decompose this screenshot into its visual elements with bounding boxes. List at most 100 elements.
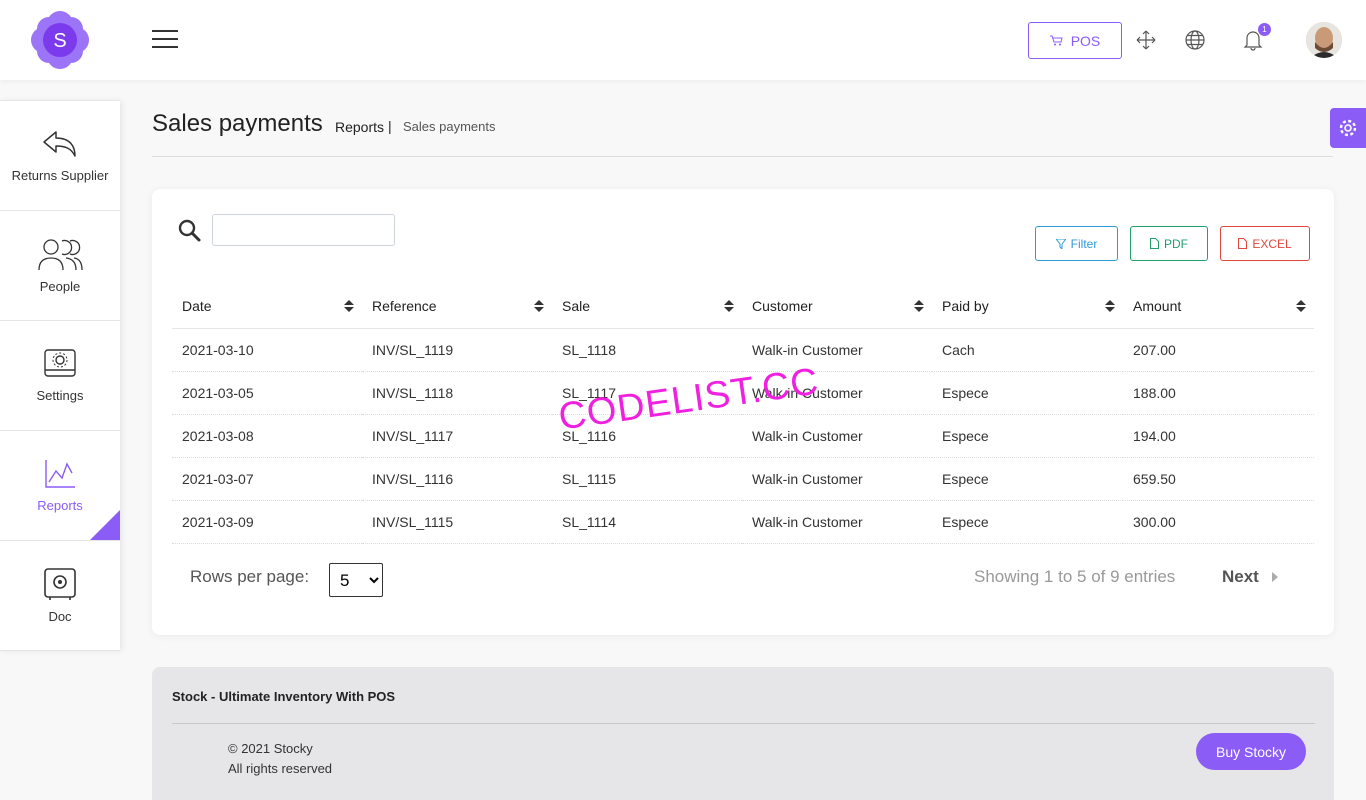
sort-icon: [534, 300, 544, 314]
page-title: Sales payments: [152, 110, 323, 137]
sidebar-item-label: Doc: [48, 609, 72, 624]
table-row[interactable]: 2021-03-07 INV/SL_1116 SL_1115 Walk-in C…: [172, 457, 1314, 501]
cell-sale: SL_1114: [552, 500, 742, 544]
cell-customer: Walk-in Customer: [742, 457, 932, 501]
file-excel-icon: [1238, 238, 1248, 249]
safe-doc-icon: [44, 568, 76, 600]
cell-date: 2021-03-07: [172, 457, 362, 501]
rows-per-page-select[interactable]: 5: [329, 563, 383, 597]
sort-icon: [914, 300, 924, 314]
pos-button[interactable]: POS: [1028, 22, 1122, 59]
next-label: Next: [1222, 567, 1259, 586]
notification-bell-icon[interactable]: 1: [1241, 23, 1271, 52]
breadcrumb-reports[interactable]: Reports: [335, 119, 384, 135]
cell-customer: Walk-in Customer: [742, 500, 932, 544]
cell-reference: INV/SL_1118: [362, 371, 552, 415]
active-indicator: [90, 510, 120, 540]
sort-icon: [1296, 300, 1306, 314]
cell-date: 2021-03-05: [172, 371, 362, 415]
notification-badge: 1: [1258, 23, 1271, 36]
footer-divider: [172, 723, 1315, 724]
column-header-paid-by[interactable]: Paid by: [932, 285, 1123, 329]
title-divider: [152, 156, 1333, 157]
footer-title: Stock - Ultimate Inventory With POS: [172, 689, 396, 704]
cell-date: 2021-03-08: [172, 414, 362, 458]
excel-export-button[interactable]: EXCEL: [1220, 226, 1310, 261]
logo-letter: S: [53, 30, 66, 52]
sidebar-item-doc[interactable]: Doc: [0, 540, 120, 651]
cell-date: 2021-03-09: [172, 500, 362, 544]
cell-paid-by: Espece: [932, 500, 1123, 544]
sidebar-item-label: Settings: [36, 388, 84, 403]
file-pdf-icon: [1150, 238, 1159, 249]
rows-per-page-label: Rows per page:: [190, 567, 310, 586]
menu-toggle-icon[interactable]: [152, 30, 178, 50]
language-globe-icon[interactable]: [1183, 28, 1207, 52]
sidebar-item-people[interactable]: People: [0, 210, 120, 321]
sort-icon: [724, 300, 734, 314]
breadcrumb-separator: |: [388, 118, 392, 134]
chart-line-icon: [45, 460, 75, 488]
pos-label: POS: [1070, 32, 1101, 49]
app-logo[interactable]: S: [30, 10, 90, 70]
pdf-export-button[interactable]: PDF: [1130, 226, 1208, 261]
cell-amount: 194.00: [1123, 414, 1314, 458]
cell-amount: 207.00: [1123, 328, 1314, 372]
breadcrumb-current: Sales payments: [403, 119, 496, 134]
customizer-gear-icon[interactable]: [1330, 108, 1366, 148]
cell-reference: INV/SL_1119: [362, 328, 552, 372]
column-header-amount[interactable]: Amount: [1123, 285, 1314, 329]
cell-paid-by: Espece: [932, 371, 1123, 415]
column-header-reference[interactable]: Reference: [362, 285, 552, 329]
footer-rights: All rights reserved: [228, 761, 333, 776]
cell-customer: Walk-in Customer: [742, 328, 932, 372]
sidebar-item-reports[interactable]: Reports: [0, 430, 120, 541]
fullscreen-icon[interactable]: [1134, 28, 1158, 52]
cell-reference: INV/SL_1115: [362, 500, 552, 544]
cell-reference: INV/SL_1116: [362, 457, 552, 501]
next-page-button[interactable]: Next: [1222, 567, 1279, 587]
search-input[interactable]: [212, 214, 395, 246]
footer: Stock - Ultimate Inventory With POS © 20…: [152, 667, 1334, 800]
filter-button[interactable]: Filter: [1035, 226, 1118, 261]
cell-sale: SL_1118: [552, 328, 742, 372]
sidebar-item-label: People: [39, 279, 81, 294]
top-header: S POS 1: [0, 0, 1366, 80]
chevron-right-icon: [1271, 572, 1278, 582]
column-header-customer[interactable]: Customer: [742, 285, 932, 329]
cell-amount: 300.00: [1123, 500, 1314, 544]
sidebar-item-returns-supplier[interactable]: Returns Supplier: [0, 100, 120, 211]
table-row[interactable]: 2021-03-09 INV/SL_1115 SL_1114 Walk-in C…: [172, 500, 1314, 544]
cell-date: 2021-03-10: [172, 328, 362, 372]
column-header-date[interactable]: Date: [172, 285, 362, 329]
sidebar-item-label: Reports: [37, 498, 83, 513]
cell-paid-by: Espece: [932, 414, 1123, 458]
cell-amount: 188.00: [1123, 371, 1314, 415]
settings-icon: [44, 349, 76, 377]
table-row[interactable]: 2021-03-10 INV/SL_1119 SL_1118 Walk-in C…: [172, 328, 1314, 372]
search-icon: [178, 219, 201, 242]
cell-sale: SL_1115: [552, 457, 742, 501]
funnel-icon: [1055, 238, 1066, 249]
pdf-label: PDF: [1164, 236, 1188, 251]
sidebar: Returns Supplier People Settings Reports…: [0, 100, 120, 651]
payments-table: Date Reference Sale Customer Paid by Amo…: [172, 285, 1314, 544]
people-icon: [38, 239, 83, 271]
cell-paid-by: Cach: [932, 328, 1123, 372]
sidebar-item-label: Returns Supplier: [11, 168, 109, 183]
excel-label: EXCEL: [1252, 236, 1292, 251]
sort-icon: [1105, 300, 1115, 314]
entries-info: Showing 1 to 5 of 9 entries: [974, 567, 1176, 586]
sidebar-item-settings[interactable]: Settings: [0, 320, 120, 431]
filter-label: Filter: [1070, 236, 1098, 251]
cell-paid-by: Espece: [932, 457, 1123, 501]
table-row[interactable]: 2021-03-08 INV/SL_1117 SL_1116 Walk-in C…: [172, 414, 1314, 458]
column-header-sale[interactable]: Sale: [552, 285, 742, 329]
user-avatar[interactable]: [1306, 22, 1342, 58]
sort-icon: [344, 300, 354, 314]
table-header-row: Date Reference Sale Customer Paid by Amo…: [172, 285, 1314, 329]
buy-stocky-button[interactable]: Buy Stocky: [1196, 733, 1306, 770]
footer-copyright: © 2021 Stocky: [228, 741, 313, 756]
cell-reference: INV/SL_1117: [362, 414, 552, 458]
cart-icon: [1049, 35, 1063, 46]
